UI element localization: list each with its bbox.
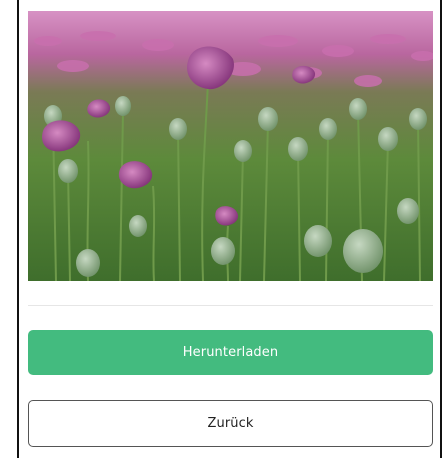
- dialog-frame: Herunterladen Zurück: [17, 0, 442, 458]
- back-button[interactable]: Zurück: [28, 400, 433, 447]
- poppy-field-image: [28, 11, 433, 281]
- divider: [28, 305, 433, 306]
- download-button[interactable]: Herunterladen: [28, 330, 433, 375]
